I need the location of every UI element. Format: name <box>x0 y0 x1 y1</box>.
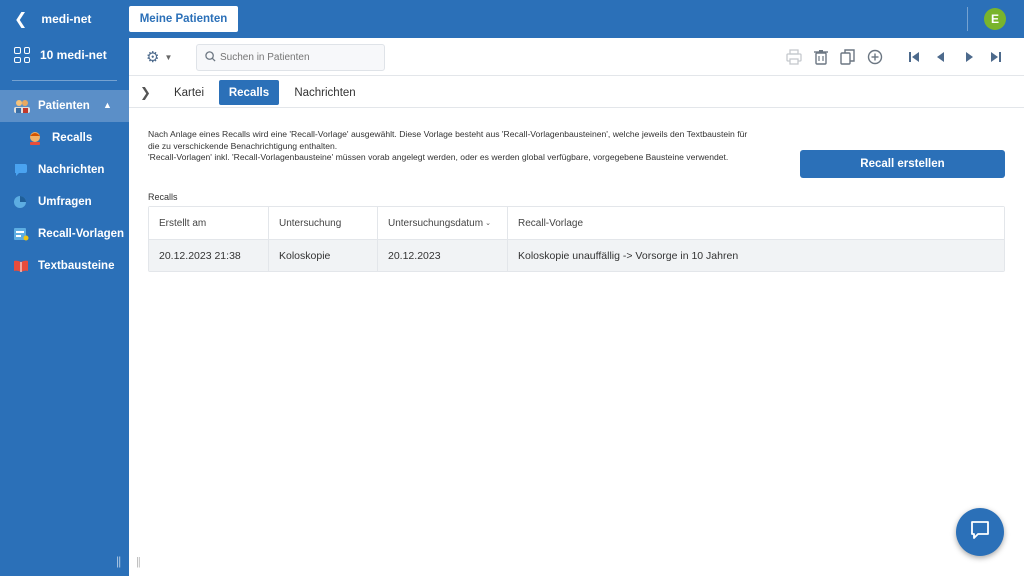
sidebar-item-label: Textbausteine <box>38 260 115 272</box>
table-cell: Koloskopie <box>269 240 378 271</box>
add-circle-icon[interactable] <box>866 48 884 66</box>
sort-down-icon: ⌄ <box>485 220 491 227</box>
first-page-icon[interactable] <box>905 48 923 66</box>
sidebar-item-textbausteine[interactable]: Textbausteine <box>0 250 129 282</box>
settings-menu[interactable]: ⚙ ▼ <box>146 49 176 66</box>
tab-kartei[interactable]: Kartei <box>163 80 215 105</box>
avatar[interactable]: E <box>984 8 1006 30</box>
tab-bar: ❯ Kartei Recalls Nachrichten <box>129 77 1024 108</box>
info-line-1: Nach Anlage eines Recalls wird eine 'Rec… <box>148 129 748 151</box>
sidebar: ❮ medi-net 10 medi-net Patienten ▲ Recal… <box>0 0 129 576</box>
search-icon <box>205 50 216 65</box>
copy-icon[interactable] <box>839 48 857 66</box>
table-header: Erstellt am Untersuchung Untersuchungsda… <box>149 207 1004 240</box>
sidebar-item-label: Recall-Vorlagen <box>38 228 125 240</box>
chat-button[interactable] <box>956 508 1004 556</box>
column-header-recall-vorlage[interactable]: Recall-Vorlage <box>508 207 1004 239</box>
table-row[interactable]: 20.12.2023 21:38 Koloskopie 20.12.2023 K… <box>149 240 1004 271</box>
info-line-2: 'Recall-Vorlagen' inkl. 'Recall-Vorlagen… <box>148 152 729 163</box>
sidebar-item-app[interactable]: 10 medi-net <box>0 38 129 72</box>
top-bar: Meine Patienten E <box>129 0 1024 38</box>
create-recall-button[interactable]: Recall erstellen <box>800 150 1005 178</box>
chat-icon <box>969 519 991 546</box>
print-icon[interactable] <box>785 48 803 66</box>
sidebar-item-label: Patienten <box>38 100 90 112</box>
person-icon <box>27 131 43 145</box>
sidebar-item-label: Umfragen <box>38 196 92 208</box>
sidebar-resize-handle[interactable]: || <box>116 554 121 568</box>
pie-chart-icon <box>13 195 29 209</box>
column-header-untersuchung[interactable]: Untersuchung <box>269 207 378 239</box>
panel-resize-handle[interactable]: || <box>136 556 141 568</box>
sidebar-item-label: 10 medi-net <box>40 48 107 62</box>
table-cell: 20.12.2023 21:38 <box>149 240 269 271</box>
back-arrow-icon[interactable]: ❮ <box>14 9 27 29</box>
sidebar-divider <box>12 80 117 81</box>
sidebar-item-label: Nachrichten <box>38 164 105 176</box>
template-icon <box>13 227 29 241</box>
table-cell: Koloskopie unauffällig -> Vorsorge in 10… <box>518 249 739 262</box>
search-input[interactable] <box>220 52 380 63</box>
chevron-right-icon[interactable]: ❯ <box>140 85 151 100</box>
sidebar-item-recalls[interactable]: Recalls <box>0 122 129 154</box>
tab-meine-patienten[interactable]: Meine Patienten <box>129 6 238 32</box>
table-cell: 20.12.2023 <box>378 240 508 271</box>
sidebar-item-umfragen[interactable]: Umfragen <box>0 186 129 218</box>
sidebar-header[interactable]: ❮ medi-net <box>0 0 129 38</box>
toolbar: ⚙ ▼ <box>129 38 1024 76</box>
grid-icon <box>14 47 30 63</box>
recalls-table: Erstellt am Untersuchung Untersuchungsda… <box>148 206 1005 272</box>
gear-icon: ⚙ <box>146 49 160 66</box>
trash-icon[interactable] <box>812 48 830 66</box>
next-page-icon[interactable] <box>960 48 978 66</box>
chevron-down-icon: ▼ <box>164 52 173 62</box>
app-title: medi-net <box>41 12 92 26</box>
info-text: Nach Anlage eines Recalls wird eine 'Rec… <box>148 129 753 164</box>
message-icon <box>13 163 29 177</box>
sidebar-item-recall-vorlagen[interactable]: Recall-Vorlagen <box>0 218 129 250</box>
column-header-erstellt-am[interactable]: Erstellt am <box>149 207 269 239</box>
previous-page-icon[interactable] <box>932 48 950 66</box>
top-separator <box>967 7 968 31</box>
chevron-up-icon[interactable]: ▲ <box>103 100 112 110</box>
sidebar-item-nachrichten[interactable]: Nachrichten <box>0 154 129 186</box>
book-icon <box>13 259 29 273</box>
sidebar-item-label: Recalls <box>52 132 93 144</box>
search-box <box>196 44 385 71</box>
column-header-untersuchungsdatum[interactable]: Untersuchungsdatum ⌄ <box>378 207 508 239</box>
tab-nachrichten[interactable]: Nachrichten <box>285 80 365 105</box>
section-label: Recalls <box>148 192 178 202</box>
sidebar-item-patienten[interactable]: Patienten ▲ <box>0 90 129 122</box>
tab-recalls[interactable]: Recalls <box>219 80 279 105</box>
last-page-icon[interactable] <box>987 48 1005 66</box>
patients-icon <box>13 99 30 113</box>
